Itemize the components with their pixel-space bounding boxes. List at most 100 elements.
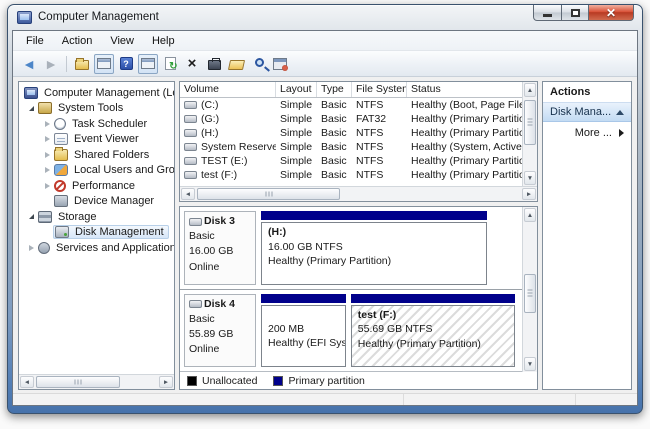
tree-item-event-viewer[interactable]: Event Viewer	[19, 132, 174, 148]
column-header-type[interactable]: Type	[317, 82, 352, 97]
back-icon[interactable]: ◄	[19, 54, 39, 74]
tree-item-performance[interactable]: Performance	[19, 178, 174, 194]
forward-icon[interactable]: ►	[41, 54, 61, 74]
disk-row-disk3: Disk 3 Basic 16.00 GB Online	[180, 207, 522, 290]
volume-row[interactable]: TEST (E:) Simple Basic NTFS Healthy (Pri…	[180, 154, 522, 168]
legend-unallocated: Unallocated	[187, 375, 257, 387]
menu-file[interactable]: File	[17, 33, 53, 49]
scrollbar-thumb[interactable]	[524, 100, 536, 145]
title-bar[interactable]: Computer Management ✕	[8, 5, 642, 29]
tree-item-disk-management[interactable]: Disk Management	[19, 225, 174, 241]
column-header-filesystem[interactable]: File System	[352, 82, 407, 97]
menu-help[interactable]: Help	[143, 33, 184, 49]
window-settings-icon[interactable]	[270, 54, 290, 74]
chevron-up-icon[interactable]	[616, 110, 624, 115]
volume-row[interactable]: System Reserved Simple Basic NTFS Health…	[180, 140, 522, 154]
collapse-arrow-icon[interactable]	[42, 121, 53, 127]
volume-row[interactable]: (C:) Simple Basic NTFS Healthy (Boot, Pa…	[180, 98, 522, 112]
unallocated-swatch	[187, 376, 197, 386]
open-folder-icon[interactable]	[226, 54, 246, 74]
tree-item-shared-folders[interactable]: Shared Folders	[19, 147, 174, 163]
drive-icon	[184, 101, 197, 109]
drive-icon	[184, 129, 197, 137]
delete-icon[interactable]: ×	[182, 54, 202, 74]
scroll-left-icon[interactable]: ◄	[181, 188, 195, 200]
collapse-arrow-icon[interactable]	[42, 136, 53, 142]
scroll-left-icon[interactable]: ◄	[20, 376, 34, 388]
column-header-layout[interactable]: Layout	[276, 82, 317, 97]
tree-horizontal-scrollbar[interactable]: ◄ ►	[19, 374, 174, 389]
collapse-arrow-icon[interactable]	[42, 152, 53, 158]
volume-row[interactable]: (G:) Simple Basic FAT32 Healthy (Primary…	[180, 112, 522, 126]
partition-test-f[interactable]: test (F:) 55.69 GB NTFS Healthy (Primary…	[351, 294, 515, 368]
disk4-label[interactable]: Disk 4 Basic 55.89 GB Online	[184, 294, 256, 368]
menu-view[interactable]: View	[101, 33, 143, 49]
close-button[interactable]: ✕	[589, 5, 634, 21]
export-folder-icon[interactable]	[72, 54, 92, 74]
toolbar-separator	[66, 56, 67, 72]
disk-vertical-scrollbar[interactable]: ▲ ▼	[522, 207, 537, 372]
partition-efi[interactable]: 200 MB Healthy (EFI Syst	[261, 294, 346, 368]
disk-row-disk4: Disk 4 Basic 55.89 GB Online	[180, 290, 522, 373]
console-tree-icon[interactable]	[94, 54, 114, 74]
volume-row[interactable]: test (F:) Simple Basic NTFS Healthy (Pri…	[180, 168, 522, 182]
scroll-down-icon[interactable]: ▼	[524, 171, 536, 185]
help-icon[interactable]: ?	[116, 54, 136, 74]
scrollbar-thumb[interactable]	[524, 274, 536, 314]
tree-item-services-applications[interactable]: Services and Applications	[19, 240, 174, 256]
primary-partition-strip	[261, 294, 346, 303]
scroll-right-icon[interactable]: ►	[159, 376, 173, 388]
volume-row[interactable]: (H:) Simple Basic NTFS Healthy (Primary …	[180, 126, 522, 140]
collapse-arrow-icon[interactable]	[42, 183, 53, 189]
shared-folders-icon	[54, 149, 68, 161]
scrollbar-thumb[interactable]	[197, 188, 340, 200]
tree-item-storage[interactable]: Storage	[19, 209, 174, 225]
action-more[interactable]: More ...	[543, 122, 631, 144]
volume-list-pane: Volume Layout Type File System Status (C…	[179, 81, 538, 202]
maximize-button[interactable]	[562, 5, 589, 21]
partition-h[interactable]: (H:) 16.00 GB NTFS Healthy (Primary Part…	[261, 211, 487, 285]
tree-item-local-users[interactable]: Local Users and Groups	[19, 163, 174, 179]
disk-graphical-pane: Disk 3 Basic 16.00 GB Online	[179, 206, 538, 390]
device-manager-icon	[54, 195, 68, 207]
menu-bar: File Action View Help	[13, 31, 637, 51]
expand-arrow-icon[interactable]	[26, 214, 37, 219]
action-pane-icon[interactable]	[138, 54, 158, 74]
scrollbar-thumb[interactable]	[36, 376, 120, 388]
action-disk-management[interactable]: Disk Mana...	[543, 102, 631, 122]
tree-item-task-scheduler[interactable]: Task Scheduler	[19, 116, 174, 132]
collapse-arrow-icon[interactable]	[26, 245, 37, 251]
window-system-icon[interactable]	[17, 11, 32, 24]
collapse-arrow-icon[interactable]	[42, 167, 53, 173]
primary-partition-swatch	[273, 376, 283, 386]
tree-item-device-manager[interactable]: Device Manager	[19, 194, 174, 210]
scroll-up-icon[interactable]: ▲	[524, 83, 536, 97]
drive-icon	[184, 115, 197, 123]
volume-vertical-scrollbar[interactable]: ▲ ▼	[522, 82, 537, 186]
scroll-up-icon[interactable]: ▲	[524, 208, 536, 222]
services-icon	[38, 242, 50, 254]
console-tree-pane: Computer Management (Local System Tools …	[18, 81, 175, 390]
search-icon[interactable]	[248, 54, 268, 74]
chevron-right-icon[interactable]	[619, 129, 624, 137]
refresh-icon[interactable]: ↻	[160, 54, 180, 74]
selected-tree-item: Disk Management	[53, 225, 169, 239]
expand-arrow-icon[interactable]	[26, 106, 37, 111]
column-header-volume[interactable]: Volume	[180, 82, 276, 97]
primary-partition-strip	[351, 294, 515, 303]
column-header-status[interactable]: Status	[407, 82, 522, 97]
storage-icon	[38, 211, 52, 223]
drive-icon	[184, 171, 197, 179]
maximize-icon	[571, 9, 580, 17]
properties-icon[interactable]	[204, 54, 224, 74]
menu-action[interactable]: Action	[53, 33, 102, 49]
tree-item-computer-management[interactable]: Computer Management (Local	[19, 85, 174, 101]
scroll-right-icon[interactable]: ►	[522, 188, 536, 200]
minimize-button[interactable]	[533, 5, 562, 21]
volume-horizontal-scrollbar[interactable]: ◄ ►	[180, 186, 537, 201]
scroll-down-icon[interactable]: ▼	[524, 357, 536, 371]
volume-list-header: Volume Layout Type File System Status	[180, 82, 522, 98]
tree-item-system-tools[interactable]: System Tools	[19, 101, 174, 117]
disk3-label[interactable]: Disk 3 Basic 16.00 GB Online	[184, 211, 256, 285]
actions-header: Actions	[543, 82, 631, 101]
